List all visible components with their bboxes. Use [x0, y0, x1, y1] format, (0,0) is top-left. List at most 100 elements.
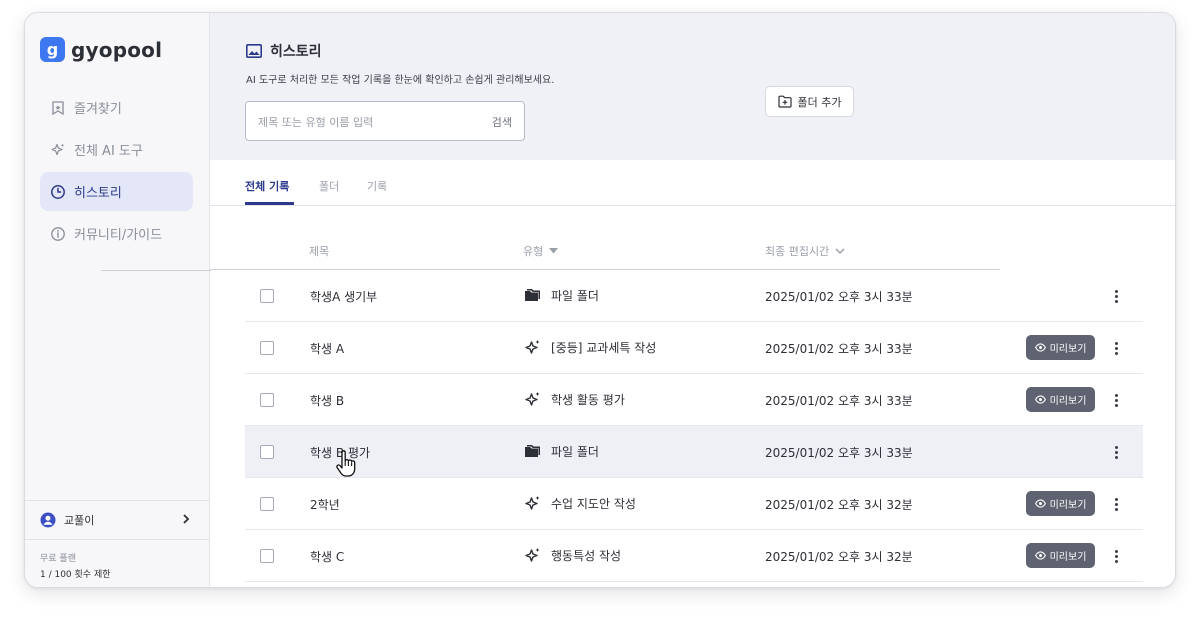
chevron-right-icon	[182, 513, 190, 528]
caret-down-icon	[549, 248, 559, 254]
plan-info: 무료 플랜 1 / 100 횟수 제한	[40, 551, 111, 583]
row-checkbox[interactable]	[260, 289, 274, 303]
sparkle-icon	[525, 496, 540, 510]
column-edited-label: 최종 편집시간	[765, 245, 830, 258]
row-type-label: 수업 지도안 작성	[551, 497, 636, 511]
row-type: 파일 폴더	[524, 443, 599, 460]
add-folder-label: 폴더 추가	[797, 95, 842, 109]
sidebar-nav: 즐겨찾기 전체 AI 도구 히스토리 커뮤니티/가이드	[40, 88, 193, 256]
sidebar-item-label: 즐겨찾기	[74, 102, 122, 117]
sidebar-item-favorites[interactable]: 즐겨찾기	[40, 88, 193, 127]
row-title: 2학년	[310, 498, 340, 512]
sidebar: g gyopool 즐겨찾기 전체 AI 도구 히스토리 커뮤니티/가이드 교풀…	[25, 13, 210, 587]
more-options-icon[interactable]	[1110, 493, 1122, 515]
table-row[interactable]: 학생A 생기부 파일 폴더 2025/01/02 오후 3시 33분	[245, 270, 1143, 322]
table-row[interactable]: 학생 A [중등] 교과세특 작성 2025/01/02 오후 3시 33분 미…	[245, 322, 1143, 374]
eye-icon	[1034, 551, 1046, 560]
sidebar-item-community-guide[interactable]: 커뮤니티/가이드	[40, 214, 193, 253]
plan-limit: 1 / 100 횟수 제한	[40, 570, 111, 580]
table-row[interactable]: 2학년 수업 지도안 작성 2025/01/02 오후 3시 32분 미리보기	[245, 478, 1143, 530]
info-icon	[51, 226, 65, 241]
preview-button[interactable]: 미리보기	[1026, 491, 1095, 516]
search-button[interactable]: 검색	[492, 114, 512, 130]
row-title: 학생A 생기부	[310, 290, 378, 304]
page-description: AI 도구로 처리한 모든 작업 기록을 한눈에 확인하고 손쉽게 관리해보세요…	[246, 75, 555, 86]
preview-button[interactable]: 미리보기	[1026, 387, 1095, 412]
page-title: 히스토리	[246, 41, 322, 61]
row-type: 파일 폴더	[524, 287, 599, 304]
more-options-icon[interactable]	[1110, 389, 1122, 411]
tab-folders[interactable]: 폴더	[319, 178, 339, 194]
preview-button[interactable]: 미리보기	[1026, 335, 1095, 360]
search-input[interactable]	[258, 112, 458, 132]
row-checkbox[interactable]	[260, 445, 274, 459]
active-tab-indicator	[245, 202, 294, 205]
row-date: 2025/01/02 오후 3시 33분	[765, 342, 913, 356]
row-type: 수업 지도안 작성	[524, 495, 636, 512]
user-account-row[interactable]: 교풀이	[25, 500, 210, 540]
more-options-icon[interactable]	[1110, 285, 1122, 307]
row-type-label: [중등] 교과세특 작성	[551, 341, 657, 355]
row-type: 학생 활동 평가	[524, 391, 625, 408]
eye-icon	[1034, 343, 1046, 352]
tab-bar: 전체 기록 폴더 기록	[210, 160, 1175, 206]
row-date: 2025/01/02 오후 3시 33분	[765, 446, 913, 460]
table-row[interactable]: 학생 B 학생 활동 평가 2025/01/02 오후 3시 33분 미리보기	[245, 374, 1143, 426]
header-divider	[101, 270, 211, 271]
sparkle-icon	[51, 143, 65, 155]
row-checkbox[interactable]	[260, 393, 274, 407]
preview-label: 미리보기	[1049, 344, 1087, 355]
tab-records[interactable]: 기록	[367, 178, 387, 194]
image-icon	[246, 44, 262, 58]
row-type-label: 파일 폴더	[551, 445, 599, 459]
row-type: [중등] 교과세특 작성	[524, 339, 656, 356]
page-title-text: 히스토리	[270, 44, 322, 60]
column-title[interactable]: 제목	[309, 243, 329, 259]
column-type[interactable]: 유형	[523, 243, 559, 259]
chevron-down-icon	[835, 247, 845, 254]
sidebar-item-label: 커뮤니티/가이드	[74, 228, 163, 243]
more-options-icon[interactable]	[1110, 337, 1122, 359]
preview-button[interactable]: 미리보기	[1026, 543, 1095, 568]
sidebar-item-history[interactable]: 히스토리	[40, 172, 193, 211]
row-date: 2025/01/02 오후 3시 33분	[765, 394, 913, 408]
page-header: 히스토리 AI 도구로 처리한 모든 작업 기록을 한눈에 확인하고 손쉽게 관…	[210, 13, 1175, 160]
add-folder-button[interactable]: 폴더 추가	[765, 86, 854, 117]
row-title: 학생 A	[310, 342, 345, 356]
row-checkbox[interactable]	[260, 549, 274, 563]
more-options-icon[interactable]	[1110, 545, 1122, 567]
row-title: 학생 C	[310, 550, 345, 564]
table-row[interactable]: 학생 C 행동특성 작성 2025/01/02 오후 3시 32분 미리보기	[245, 530, 1143, 582]
column-title-label: 제목	[309, 245, 330, 258]
plan-label: 무료 플랜	[40, 554, 76, 564]
sidebar-item-label: 전체 AI 도구	[74, 144, 143, 159]
table-row[interactable]: 학생 B 평가 파일 폴더 2025/01/02 오후 3시 33분	[245, 426, 1143, 478]
preview-label: 미리보기	[1049, 500, 1087, 511]
sparkle-icon	[525, 392, 540, 406]
eye-icon	[1034, 499, 1046, 508]
logo[interactable]: g gyopool	[40, 37, 162, 62]
row-type: 행동특성 작성	[524, 547, 621, 564]
column-last-edited[interactable]: 최종 편집시간	[765, 243, 845, 259]
more-options-icon[interactable]	[1110, 441, 1122, 463]
row-title: 학생 B	[310, 394, 345, 408]
preview-label: 미리보기	[1049, 396, 1087, 407]
folder-plus-icon	[777, 95, 792, 108]
user-avatar-icon	[40, 512, 56, 528]
clock-icon	[51, 184, 65, 199]
sidebar-item-all-ai-tools[interactable]: 전체 AI 도구	[40, 130, 193, 169]
row-type-label: 학생 활동 평가	[551, 393, 625, 407]
row-date: 2025/01/02 오후 3시 33분	[765, 290, 913, 304]
column-type-label: 유형	[523, 245, 544, 258]
tab-all-records[interactable]: 전체 기록	[245, 178, 289, 194]
row-date: 2025/01/02 오후 3시 32분	[765, 498, 913, 512]
eye-icon	[1034, 395, 1046, 404]
logo-mark: g	[40, 37, 65, 62]
app-window: g gyopool 즐겨찾기 전체 AI 도구 히스토리 커뮤니티/가이드 교풀…	[24, 12, 1176, 588]
row-checkbox[interactable]	[260, 497, 274, 511]
row-checkbox[interactable]	[260, 341, 274, 355]
sparkle-icon	[525, 548, 540, 562]
sparkle-icon	[525, 340, 540, 354]
sidebar-item-label: 히스토리	[74, 186, 122, 201]
folder-icon	[525, 445, 540, 457]
